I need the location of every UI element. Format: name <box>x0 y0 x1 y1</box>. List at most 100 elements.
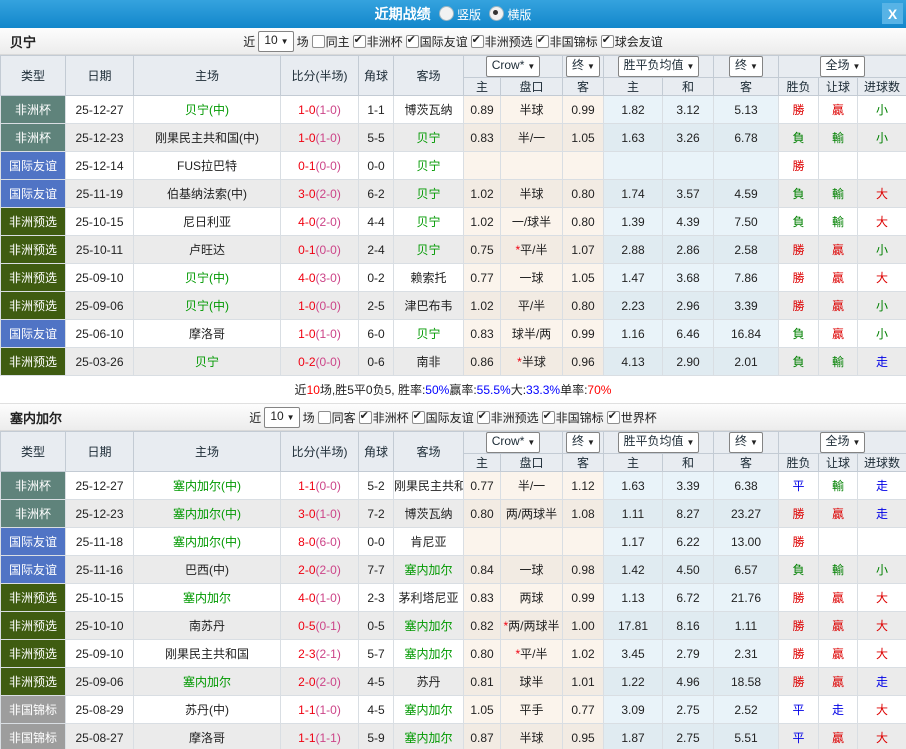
mean-draw-cell: 4.96 <box>663 668 714 696</box>
checkbox-icon[interactable] <box>471 35 484 48</box>
fulltime-score: 2-0 <box>298 675 315 689</box>
section-header: 贝宁 近10▼场同主非洲杯国际友谊非洲预选非国锦标球会友谊 <box>0 28 906 55</box>
match-row: 国际友谊25-11-19伯基纳法索(中)3-0(2-0)6-2贝宁1.02半球0… <box>1 180 906 208</box>
competition-checkbox-0-label[interactable]: 非洲杯 <box>373 411 409 425</box>
same-venue-checkbox-label[interactable]: 同主 <box>326 35 350 49</box>
halftime-score: (1-0) <box>316 103 341 117</box>
type-cell: 非洲预选 <box>1 640 66 668</box>
crow-select[interactable]: Crow*▼ <box>486 432 541 453</box>
competition-checkbox-0[interactable]: 非洲杯 <box>353 33 403 50</box>
score-cell: 4-0(1-0) <box>281 584 359 612</box>
fulltime-score: 2-3 <box>298 647 315 661</box>
competition-checkbox-2[interactable]: 非洲预选 <box>471 33 533 50</box>
mean-away-cell: 2.01 <box>714 348 779 376</box>
competition-checkbox-2-label[interactable]: 非洲预选 <box>485 35 533 49</box>
horizontal-layout-label[interactable]: 横版 <box>507 8 531 22</box>
odds-away-cell <box>563 528 604 556</box>
checkbox-icon[interactable] <box>601 35 614 48</box>
result-goals-cell <box>858 152 906 180</box>
competition-checkbox-4-label[interactable]: 世界杯 <box>621 411 657 425</box>
checkbox-icon[interactable] <box>412 411 425 424</box>
mean-select[interactable]: 胜平负均值▼ <box>618 432 700 453</box>
match-row: 非洲预选25-10-15尼日利亚4-0(2-0)4-4贝宁1.02一/球半0.8… <box>1 208 906 236</box>
final-mean-select[interactable]: 终▼ <box>729 56 763 77</box>
checkbox-icon[interactable] <box>353 35 366 48</box>
halftime-score: (2-0) <box>316 563 341 577</box>
checkbox-icon[interactable] <box>359 411 372 424</box>
result-goals-cell: 小 <box>858 292 906 320</box>
handicap-cell: 球半 <box>501 668 563 696</box>
result-wdl-cell: 勝 <box>779 264 819 292</box>
final-mean-select-cell: 终▼ <box>714 432 779 454</box>
halftime-score: (0-0) <box>316 243 341 257</box>
result-handicap-cell: 贏 <box>819 236 858 264</box>
radio-checked-icon[interactable] <box>489 6 504 21</box>
competition-checkbox-3[interactable]: 非国锦标 <box>542 409 604 426</box>
header-sub-let: 让球 <box>819 78 858 96</box>
games-count-select[interactable]: 10▼ <box>264 407 299 428</box>
games-count-select[interactable]: 10▼ <box>258 31 293 52</box>
away-team-cell: 赖索托 <box>394 264 464 292</box>
checkbox-icon[interactable] <box>406 35 419 48</box>
competition-checkbox-4-label[interactable]: 球会友谊 <box>615 35 663 49</box>
horizontal-layout-radio[interactable]: 横版 <box>489 6 531 23</box>
competition-checkbox-1-label[interactable]: 国际友谊 <box>426 411 474 425</box>
close-icon[interactable]: X <box>882 3 903 24</box>
handicap-text: 两/两球半 <box>508 619 559 633</box>
handicap-text: 一球 <box>519 271 543 285</box>
corner-cell: 5-9 <box>359 724 394 749</box>
vertical-layout-label[interactable]: 竖版 <box>457 8 481 22</box>
mean-draw-cell: 6.72 <box>663 584 714 612</box>
competition-checkbox-3-label[interactable]: 非国锦标 <box>550 35 598 49</box>
result-handicap-cell: 贏 <box>819 500 858 528</box>
checkbox-icon[interactable] <box>477 411 490 424</box>
competition-checkbox-4[interactable]: 世界杯 <box>607 409 657 426</box>
crow-select[interactable]: Crow*▼ <box>486 56 541 77</box>
mean-home-cell: 1.74 <box>604 180 663 208</box>
mean-home-cell: 1.47 <box>604 264 663 292</box>
full-match-select[interactable]: 全场▼ <box>820 56 866 77</box>
score-cell: 0-2(0-0) <box>281 348 359 376</box>
corner-cell: 2-3 <box>359 584 394 612</box>
same-venue-checkbox[interactable]: 同主 <box>312 33 350 50</box>
odds-away-cell: 0.99 <box>563 96 604 124</box>
type-cell: 非国锦标 <box>1 696 66 724</box>
checkbox-icon[interactable] <box>318 411 331 424</box>
competition-checkbox-0[interactable]: 非洲杯 <box>359 409 409 426</box>
same-venue-checkbox[interactable]: 同客 <box>318 409 356 426</box>
final-odds-select[interactable]: 终▼ <box>566 56 600 77</box>
competition-checkbox-2-label[interactable]: 非洲预选 <box>491 411 539 425</box>
checkbox-icon[interactable] <box>607 411 620 424</box>
vertical-layout-radio[interactable]: 竖版 <box>439 6 481 23</box>
same-venue-checkbox-label[interactable]: 同客 <box>332 411 356 425</box>
mean-select[interactable]: 胜平负均值▼ <box>618 56 700 77</box>
checkbox-icon[interactable] <box>542 411 555 424</box>
competition-checkbox-3[interactable]: 非国锦标 <box>536 33 598 50</box>
fulltime-score: 1-1 <box>298 703 315 717</box>
competition-checkbox-2[interactable]: 非洲预选 <box>477 409 539 426</box>
away-team-cell: 贝宁 <box>394 208 464 236</box>
result-goals-cell: 大 <box>858 696 906 724</box>
summary-segment: 10 <box>307 383 320 397</box>
competition-checkbox-0-label[interactable]: 非洲杯 <box>367 35 403 49</box>
odds-home-cell: 0.84 <box>464 556 501 584</box>
competition-checkbox-1[interactable]: 国际友谊 <box>406 33 468 50</box>
filter-prefix-label: 近 <box>249 409 261 426</box>
competition-checkbox-3-label[interactable]: 非国锦标 <box>556 411 604 425</box>
competition-checkbox-1[interactable]: 国际友谊 <box>412 409 474 426</box>
competition-checkbox-1-label[interactable]: 国际友谊 <box>420 35 468 49</box>
competition-checkbox-4[interactable]: 球会友谊 <box>601 33 663 50</box>
match-row: 非洲预选25-03-26贝宁0-2(0-0)0-6南非0.86*半球0.964.… <box>1 348 906 376</box>
fulltime-score: 4-0 <box>298 271 315 285</box>
header-sub-mean-home: 主 <box>604 454 663 472</box>
results-table: 类型日期主场比分(半场)角球客场Crow*▼终▼胜平负均值▼终▼全场▼主盘口客主… <box>0 431 906 749</box>
checkbox-icon[interactable] <box>312 35 325 48</box>
result-handicap-cell: 贏 <box>819 96 858 124</box>
radio-icon[interactable] <box>439 6 454 21</box>
full-match-select[interactable]: 全场▼ <box>820 432 866 453</box>
checkbox-icon[interactable] <box>536 35 549 48</box>
final-mean-select[interactable]: 终▼ <box>729 432 763 453</box>
mean-home-cell: 1.16 <box>604 320 663 348</box>
final-odds-select[interactable]: 终▼ <box>566 432 600 453</box>
odds-home-cell: 0.89 <box>464 96 501 124</box>
